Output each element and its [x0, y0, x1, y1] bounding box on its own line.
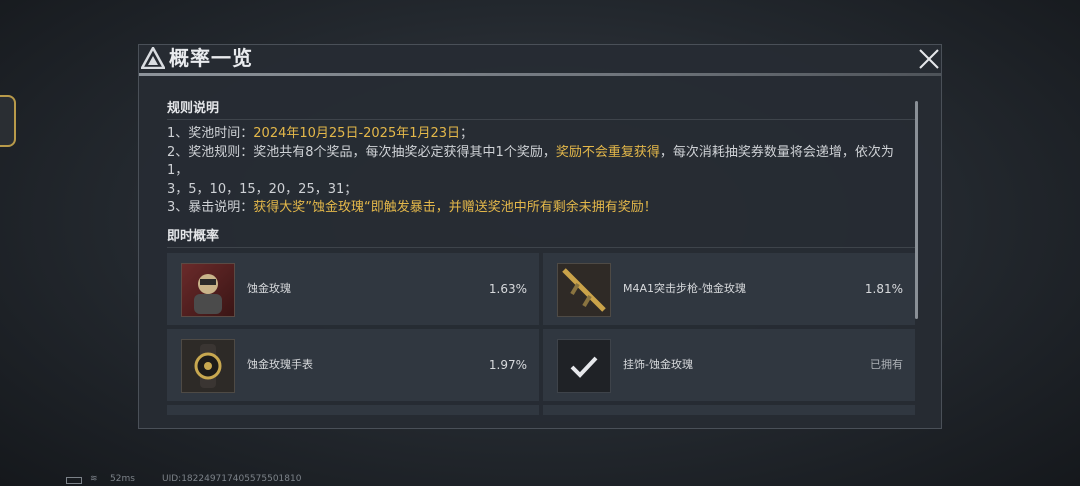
prize-card[interactable]: M4A1突击步枪-蚀金玫瑰 1.81% — [543, 253, 915, 325]
prize-card[interactable]: 蚀金玫瑰手表 1.97% — [167, 329, 539, 401]
rifle-icon — [557, 263, 611, 317]
dialog-title: 概率一览 — [169, 46, 253, 70]
prize-card-partial — [543, 405, 915, 415]
prize-name: 蚀金玫瑰手表 — [247, 358, 313, 371]
dialog-header: 概率一览 — [139, 45, 941, 76]
scrollbar[interactable] — [915, 101, 918, 319]
prize-card[interactable]: 蚀金玫瑰 1.63% — [167, 253, 539, 325]
rules-section-title: 规则说明 — [167, 101, 220, 116]
ping-value: 52ms — [110, 474, 135, 484]
rule-line: 2、奖池规则：奖池共有8个奖品，每次抽奖必定获得其中1个奖励，奖励不会重复获得，… — [167, 144, 894, 179]
prize-name: M4A1突击步枪-蚀金玫瑰 — [623, 282, 746, 295]
rules-text: 1、奖池时间：2024年10月25日-2025年1月23日； 2、奖池规则：奖池… — [167, 125, 915, 218]
prize-card-partial — [167, 405, 539, 415]
prize-probability: 1.81% — [864, 282, 903, 296]
rule-line: 3，5，10，15，20，25，31； — [167, 181, 358, 197]
prize-probability: 1.97% — [488, 358, 527, 372]
side-emblem — [0, 95, 16, 147]
checkmark-icon — [557, 339, 611, 393]
section-divider — [167, 119, 915, 120]
close-icon[interactable] — [917, 47, 941, 71]
owned-status: 已拥有 — [870, 358, 903, 371]
uid-text: UID:182249717405575501810 — [162, 474, 302, 484]
prize-card[interactable]: 挂饰-蚀金玫瑰 已拥有 — [543, 329, 915, 401]
wifi-icon: ≋ — [90, 474, 98, 484]
prize-name: 挂饰-蚀金玫瑰 — [623, 358, 693, 371]
rule-line: 3、暴击说明：获得大奖”蚀金玫瑰“即触发暴击，并赠送奖池中所有剩余未拥有奖励！ — [167, 200, 657, 215]
header-divider — [139, 73, 941, 76]
prize-name: 蚀金玫瑰 — [247, 282, 291, 295]
operator-portrait-icon — [181, 263, 235, 317]
watch-icon — [181, 339, 235, 393]
battery-icon — [66, 477, 82, 484]
section-divider — [167, 247, 915, 248]
rule-line: 1、奖池时间：2024年10月25日-2025年1月23日； — [167, 126, 474, 141]
prize-probability: 1.63% — [488, 282, 527, 296]
probability-section-title: 即时概率 — [167, 229, 220, 244]
probability-dialog: 概率一览 规则说明 1、奖池时间：2024年10月25日-2025年1月23日；… — [138, 44, 942, 429]
dialog-content[interactable]: 规则说明 1、奖池时间：2024年10月25日-2025年1月23日； 2、奖池… — [167, 97, 915, 415]
triangle-logo-icon — [141, 47, 165, 69]
